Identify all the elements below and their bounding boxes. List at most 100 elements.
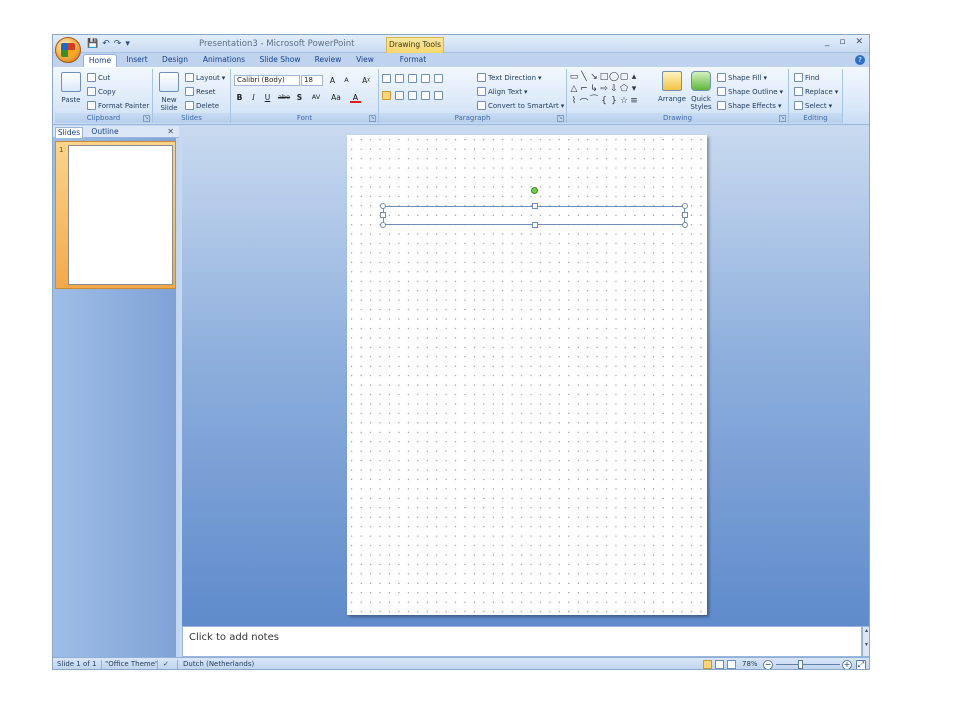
right-brace-shape-icon[interactable]: } (609, 96, 619, 108)
zoom-in-icon[interactable]: + (842, 660, 852, 669)
restore-button[interactable]: ▫ (839, 37, 845, 47)
paragraph-launcher-icon[interactable]: ↘ (557, 115, 564, 122)
align-center-icon[interactable] (395, 91, 404, 100)
cut-button[interactable]: Cut (87, 73, 110, 82)
shrink-font-button[interactable]: A (341, 75, 352, 86)
tab-home[interactable]: Home (83, 54, 117, 67)
resize-handle-bottom[interactable] (532, 222, 538, 228)
rotate-handle[interactable] (531, 187, 538, 194)
text-direction-button[interactable]: Text Direction ▾ (477, 73, 542, 82)
grow-font-button[interactable]: A (327, 75, 338, 86)
font-name-combo[interactable]: Calibri (Body) (234, 75, 300, 86)
tab-insert[interactable]: Insert (121, 54, 153, 67)
zoom-slider-thumb[interactable] (798, 660, 803, 669)
italic-button[interactable]: I (248, 92, 259, 103)
new-slide-button[interactable]: New Slide (156, 72, 182, 112)
resize-handle-top-right[interactable] (682, 203, 688, 209)
textbox-shape-icon[interactable]: ▭ (569, 72, 579, 84)
format-painter-button[interactable]: Format Painter (87, 101, 149, 110)
tab-slide-show[interactable]: Slide Show (255, 54, 305, 67)
arrow-shape-icon[interactable]: ↘ (589, 72, 599, 84)
layout-button[interactable]: Layout ▾ (185, 73, 225, 82)
tab-view[interactable]: View (351, 54, 379, 67)
tab-design[interactable]: Design (157, 54, 193, 67)
shapes-gallery[interactable]: ▭ ╲ ↘ □ ◯ ▢ ▴ △ ⌐ ↳ ⇨ ⇩ ⬠ ▾ ⌇ ⌒ ⁀ { } ☆ … (569, 72, 649, 110)
resize-handle-right[interactable] (682, 212, 688, 218)
elbow-arrow-shape-icon[interactable]: ↳ (589, 84, 599, 96)
align-left-icon[interactable] (382, 91, 391, 100)
selected-text-box[interactable] (380, 203, 688, 228)
resize-handle-bottom-left[interactable] (380, 222, 386, 228)
help-icon[interactable]: ? (855, 55, 865, 65)
quick-styles-button[interactable]: Quick Styles (688, 71, 714, 111)
arrange-button[interactable]: Arrange (657, 71, 687, 103)
language[interactable]: Dutch (Netherlands) (183, 660, 254, 668)
minimize-button[interactable]: _ (825, 37, 830, 47)
tab-animations[interactable]: Animations (199, 54, 249, 67)
fit-to-window-icon[interactable]: ⤢ (856, 660, 866, 669)
close-button[interactable]: ✕ (855, 37, 863, 47)
resize-handle-top[interactable] (532, 203, 538, 209)
spell-check-icon[interactable]: ✓ (163, 660, 169, 668)
redo-icon[interactable]: ↷ (114, 39, 122, 49)
right-arrow-shape-icon[interactable]: ⇨ (599, 84, 609, 96)
decrease-indent-icon[interactable] (408, 74, 417, 83)
shape-outline-button[interactable]: Shape Outline ▾ (717, 87, 783, 96)
clear-formatting-button[interactable]: Aᵡ (359, 75, 373, 86)
slide-editing-area[interactable] (182, 126, 869, 626)
reset-button[interactable]: Reset (185, 87, 216, 96)
scroll-down-icon[interactable]: ▾ (629, 84, 639, 96)
normal-view-icon[interactable] (703, 660, 712, 669)
freeform-shape-icon[interactable]: ⌇ (569, 96, 579, 108)
office-button[interactable] (55, 37, 81, 63)
tab-slides[interactable]: Slides (55, 127, 83, 138)
rounded-rect-shape-icon[interactable]: ▢ (619, 72, 629, 84)
shape-fill-button[interactable]: Shape Fill ▾ (717, 73, 767, 82)
columns-icon[interactable] (434, 91, 443, 100)
resize-handle-bottom-right[interactable] (682, 222, 688, 228)
notes-pane[interactable]: Click to add notes (182, 626, 862, 657)
drawing-launcher-icon[interactable]: ↘ (779, 115, 786, 122)
change-case-button[interactable]: Aa (328, 92, 344, 103)
tab-format[interactable]: Format (393, 54, 433, 67)
underline-button[interactable]: U (262, 92, 273, 103)
clipboard-launcher-icon[interactable]: ↘ (143, 115, 150, 122)
copy-button[interactable]: Copy (87, 87, 116, 96)
numbering-icon[interactable] (395, 74, 404, 83)
align-text-button[interactable]: Align Text ▾ (477, 87, 527, 96)
justify-icon[interactable] (421, 91, 430, 100)
zoom-level[interactable]: 78% (742, 660, 758, 668)
convert-smartart-button[interactable]: Convert to SmartArt ▾ (477, 101, 564, 110)
oval-shape-icon[interactable]: ◯ (609, 72, 619, 84)
slide-thumbnail[interactable] (68, 145, 173, 285)
find-button[interactable]: Find (794, 73, 819, 82)
arc-shape-icon[interactable]: ⌒ (579, 96, 589, 109)
bullets-icon[interactable] (382, 74, 391, 83)
paste-button[interactable]: Paste (59, 72, 83, 104)
star-shape-icon[interactable]: ☆ (619, 96, 629, 108)
gallery-more-icon[interactable]: ≡ (629, 96, 639, 108)
customize-qat-icon[interactable]: ▾ (125, 39, 130, 49)
line-spacing-icon[interactable] (434, 74, 443, 83)
down-arrow-shape-icon[interactable]: ⇩ (609, 84, 619, 96)
select-button[interactable]: Select ▾ (794, 101, 832, 110)
curve-shape-icon[interactable]: ⁀ (589, 96, 599, 108)
font-color-button[interactable]: A (350, 92, 361, 103)
delete-button[interactable]: Delete (185, 101, 219, 110)
font-size-combo[interactable]: 18 (301, 75, 323, 86)
slide-thumbnail-selection[interactable]: 1 (55, 141, 176, 289)
resize-handle-left[interactable] (380, 212, 386, 218)
theme-name[interactable]: "Office Theme" (105, 660, 158, 668)
replace-button[interactable]: Replace ▾ (794, 87, 838, 96)
font-launcher-icon[interactable]: ↘ (369, 115, 376, 122)
shape-effects-button[interactable]: Shape Effects ▾ (717, 101, 781, 110)
tab-outline[interactable]: Outline (87, 127, 123, 138)
notes-scrollbar[interactable]: ▴ ▾ (862, 626, 869, 657)
notes-placeholder[interactable]: Click to add notes (189, 632, 279, 643)
pentagon-shape-icon[interactable]: ⬠ (619, 84, 629, 96)
slide-show-view-icon[interactable] (727, 660, 736, 669)
text-shadow-button[interactable]: S (294, 92, 305, 103)
bold-button[interactable]: B (234, 92, 245, 103)
elbow-shape-icon[interactable]: ⌐ (579, 84, 589, 96)
strikethrough-button[interactable]: abe (276, 92, 292, 103)
